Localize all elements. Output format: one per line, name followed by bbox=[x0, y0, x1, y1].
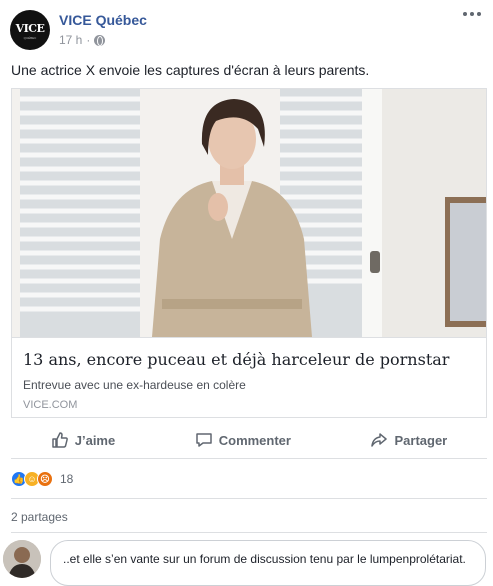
facebook-post: VICE QUÉBEC VICE Québec 17 h · Une actri… bbox=[0, 0, 493, 586]
post-time[interactable]: 17 h bbox=[59, 33, 82, 47]
globe-icon bbox=[94, 34, 106, 46]
link-preview-info[interactable]: 13 ans, encore puceau et déjà harceleur … bbox=[12, 337, 486, 417]
link-title[interactable]: 13 ans, encore puceau et déjà harceleur … bbox=[23, 350, 449, 369]
meta-separator: · bbox=[86, 33, 91, 47]
page-name-link[interactable]: VICE Québec bbox=[59, 12, 147, 28]
link-preview-card[interactable]: 13 ans, encore puceau et déjà harceleur … bbox=[11, 88, 487, 418]
comment-input[interactable]: ..et elle s’en vante sur un forum de dis… bbox=[50, 540, 486, 586]
reaction-count: 18 bbox=[60, 472, 74, 486]
comment-icon bbox=[195, 433, 212, 447]
preview-photo bbox=[12, 89, 486, 337]
like-button[interactable]: J’aime bbox=[51, 431, 115, 449]
like-label: J’aime bbox=[74, 432, 116, 448]
angry-reaction-icon: ☹ bbox=[37, 471, 53, 487]
share-button[interactable]: Partager bbox=[370, 431, 447, 449]
more-options-icon[interactable] bbox=[463, 12, 481, 16]
comment-label: Commenter bbox=[218, 432, 291, 448]
share-label: Partager bbox=[394, 432, 448, 448]
link-preview-image[interactable] bbox=[12, 89, 486, 337]
comment-button[interactable]: Commenter bbox=[195, 431, 291, 449]
reactions-summary[interactable]: 👍 ☺ ☹ 18 bbox=[11, 471, 73, 487]
commenter-avatar[interactable] bbox=[3, 540, 41, 578]
divider bbox=[11, 498, 487, 499]
commenter-photo bbox=[3, 540, 41, 578]
thumbs-up-icon bbox=[52, 432, 68, 448]
page-avatar[interactable]: VICE QUÉBEC bbox=[10, 10, 50, 50]
link-domain: VICE.COM bbox=[23, 399, 78, 411]
post-text: Une actrice X envoie les captures d'écra… bbox=[11, 62, 370, 78]
link-description: Entrevue avec une ex-hardeuse en colère bbox=[23, 378, 246, 392]
vice-logo: VICE bbox=[15, 22, 45, 35]
post-actions: J’aime Commenter Partager bbox=[11, 424, 487, 456]
shares-count-link[interactable]: 2 partages bbox=[11, 510, 68, 524]
divider bbox=[11, 532, 487, 533]
share-icon bbox=[371, 433, 388, 447]
post-meta: 17 h · bbox=[59, 33, 106, 47]
divider bbox=[11, 458, 487, 459]
vice-logo-subtitle: QUÉBEC bbox=[23, 36, 37, 40]
